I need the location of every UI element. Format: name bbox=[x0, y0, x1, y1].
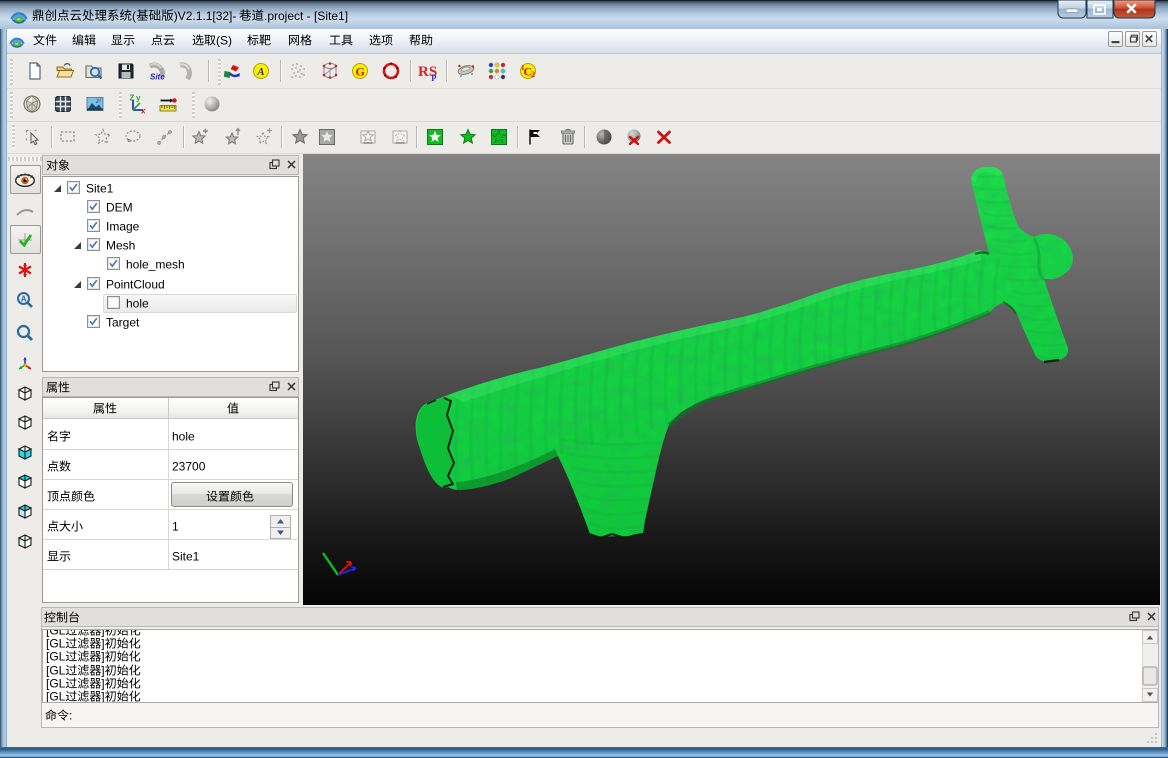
svg-text:y: y bbox=[136, 94, 141, 103]
svg-text:Mesh: Mesh bbox=[106, 239, 135, 253]
svg-text:23700: 23700 bbox=[172, 460, 206, 474]
svg-text:Site1: Site1 bbox=[86, 182, 114, 196]
svg-text::: : bbox=[69, 709, 72, 723]
svg-text:.project - [Site1]: .project - [Site1] bbox=[264, 9, 348, 23]
svg-text:z²: z² bbox=[95, 99, 102, 105]
svg-text:x: x bbox=[141, 107, 146, 115]
svg-text:A: A bbox=[21, 295, 27, 304]
svg-text:Site: Site bbox=[150, 73, 165, 82]
svg-text:[GL: [GL bbox=[46, 690, 66, 702]
svg-text:Image: Image bbox=[106, 220, 140, 234]
svg-text:Z: Z bbox=[130, 94, 135, 103]
svg-text:Target: Target bbox=[106, 316, 140, 330]
svg-text:hole_mesh: hole_mesh bbox=[126, 258, 185, 272]
svg-text:)V2.1.1[32]-: )V2.1.1[32]- bbox=[174, 9, 237, 23]
svg-text:p: p bbox=[432, 71, 437, 81]
svg-text:A: A bbox=[256, 66, 264, 78]
svg-text:2: 2 bbox=[531, 70, 535, 79]
svg-text:]: ] bbox=[101, 690, 104, 702]
svg-text:Site1: Site1 bbox=[172, 550, 200, 564]
svg-text:DEM: DEM bbox=[106, 201, 133, 215]
svg-text:1: 1 bbox=[172, 520, 179, 534]
svg-text:(S): (S) bbox=[216, 33, 232, 47]
svg-text:1: 1 bbox=[521, 64, 525, 72]
svg-text:(: ( bbox=[132, 9, 136, 23]
svg-text:G: G bbox=[356, 65, 365, 79]
svg-text:PointCloud: PointCloud bbox=[106, 278, 165, 292]
svg-text:hole: hole bbox=[172, 430, 195, 444]
svg-text:hole: hole bbox=[126, 297, 149, 311]
